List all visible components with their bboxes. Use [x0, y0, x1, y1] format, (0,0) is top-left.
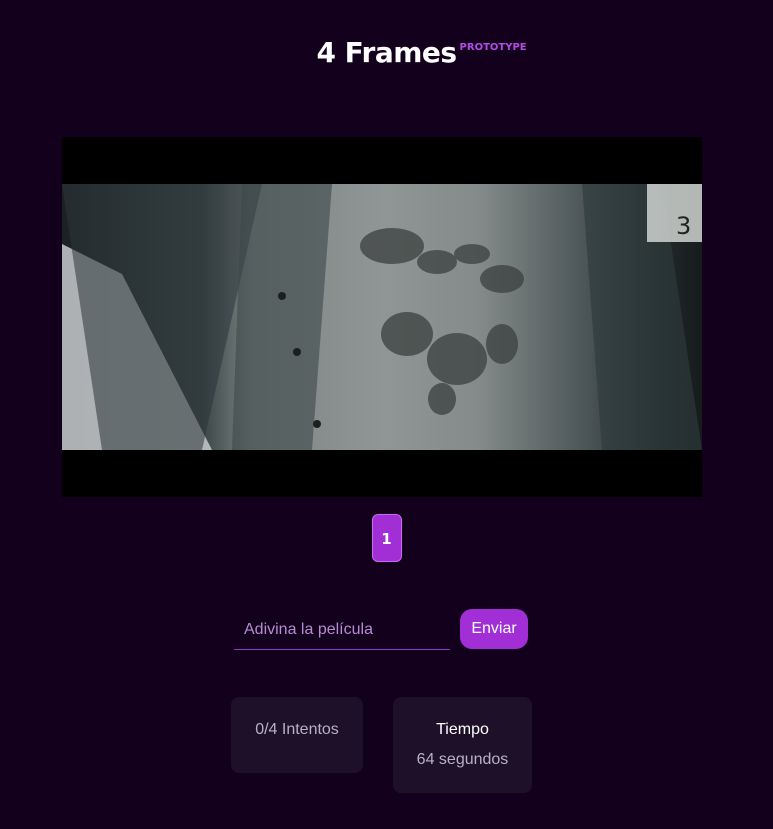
- movie-frame-image: 3: [62, 137, 702, 497]
- prototype-badge: PROTOTYPE: [459, 42, 527, 53]
- frame-tabs: 1: [0, 514, 773, 562]
- app-title: 4 Frames: [316, 36, 457, 69]
- movie-still: 3: [62, 184, 702, 450]
- movie-still-illustration: 3: [62, 184, 702, 450]
- time-card: Tiempo 64 segundos: [393, 697, 532, 793]
- attempts-card: 0/4 Intentos: [231, 697, 363, 773]
- frame-tab-1[interactable]: 1: [371, 514, 402, 562]
- title-group: 4 Frames PROTOTYPE: [316, 36, 526, 69]
- submit-button[interactable]: Enviar: [460, 609, 528, 649]
- time-value: 64 segundos: [416, 751, 509, 768]
- header: 4 Frames PROTOTYPE: [0, 36, 773, 69]
- guess-input[interactable]: [234, 610, 450, 650]
- svg-text:3: 3: [676, 212, 691, 240]
- attempts-counter: 0/4 Intentos: [255, 721, 339, 738]
- time-label: Tiempo: [436, 721, 489, 738]
